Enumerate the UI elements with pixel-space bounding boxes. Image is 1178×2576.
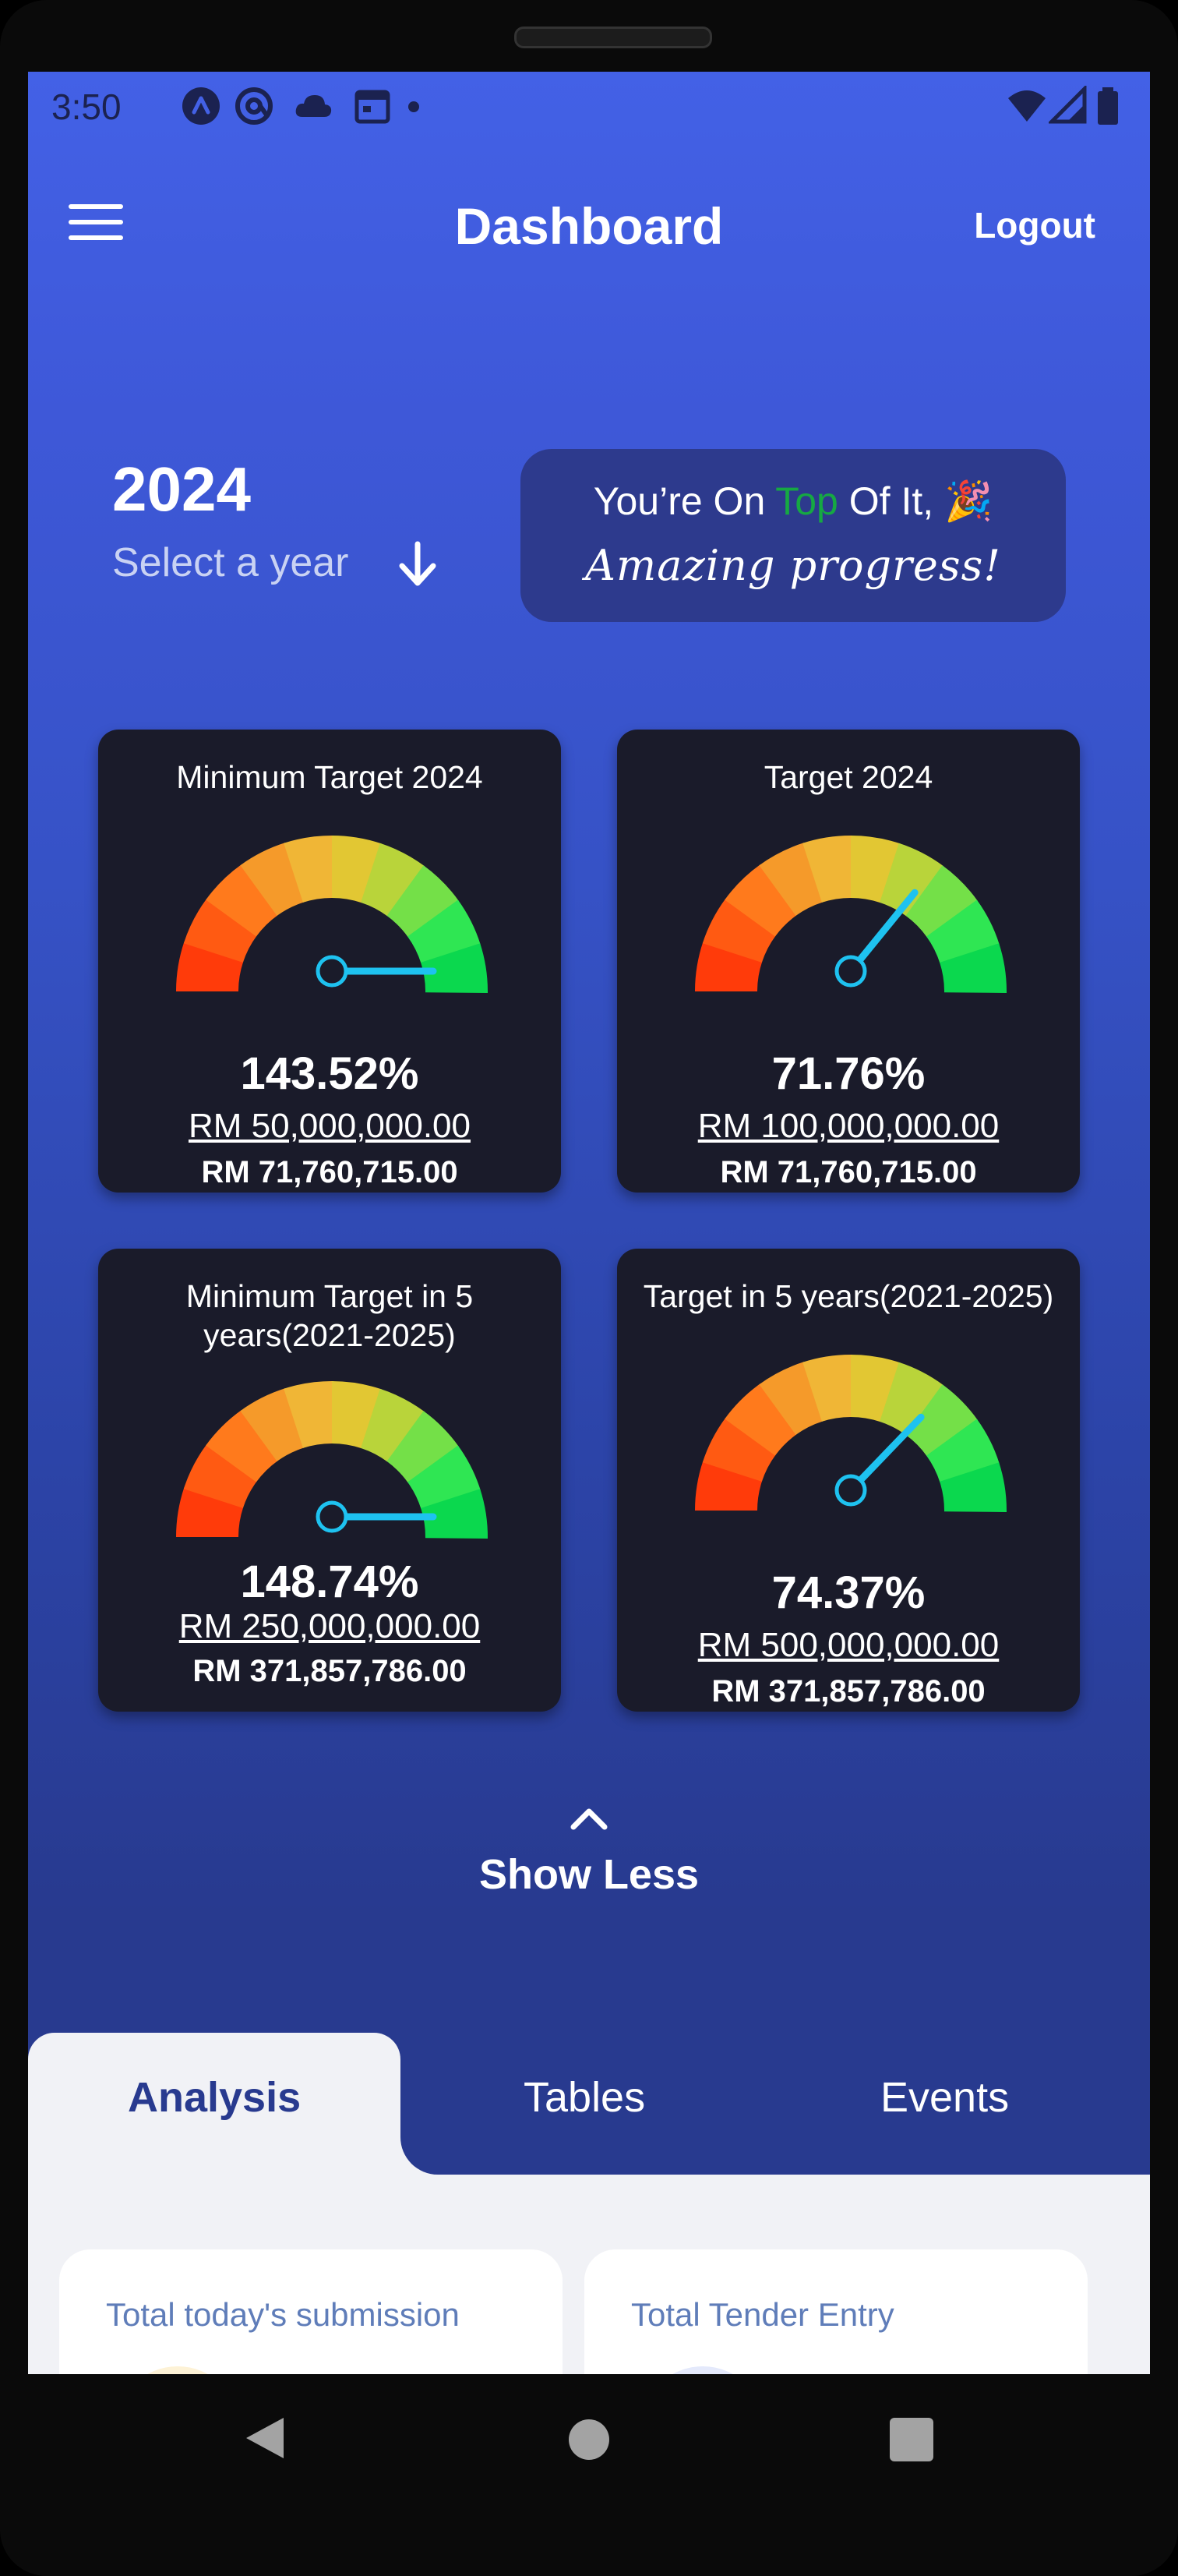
gauge-percentage: 148.74% [240,1557,419,1607]
gauge-target-amount[interactable]: RM 250,000,000.00 [98,1607,561,1646]
gauge-actual-amount: RM 71,760,715.00 [720,1155,977,1189]
calendar-icon [354,90,390,124]
tab-corner [400,2137,438,2175]
gauge-card-target-5-years: Target in 5 years(2021-2025) 74.37% RM 5… [617,1249,1080,1712]
stat-title: Total Tender Entry [631,2296,894,2333]
stat-card-today-submission[interactable]: Total today's submission [59,2249,563,2374]
message-line-2: Amazing progress! [585,541,1001,590]
system-nav-bar [0,2374,1178,2576]
battery-icon [1098,87,1118,125]
stat-icon-circle [640,2366,765,2374]
gauge-card-target-2024: Target 2024 71.76% RM 100,000,000.00 RM … [617,730,1080,1193]
app-screen: 3:50 Dashboard Logout 2024 Select a year… [28,72,1150,2374]
logout-button[interactable]: Logout [974,204,1095,246]
gauge-percentage: 143.52% [240,1048,419,1099]
gauge-percentage: 71.76% [771,1048,926,1099]
status-bar: 3:50 [28,72,1150,140]
a-circle-icon [182,87,220,125]
gauge-chart [176,836,488,993]
gauge-chart [695,1355,1007,1512]
gauge-percentage: 74.37% [771,1567,926,1618]
message-highlight: Top [775,479,838,523]
gauge-hub [316,1500,348,1533]
gauge-title: Target 2024 [764,759,933,795]
gauge-actual-amount: RM 71,760,715.00 [201,1155,458,1189]
message-text-before: You’re On [593,479,776,523]
gauge-card-minimum-target-2024: Minimum Target 2024 143.52% RM 50,000,00… [98,730,561,1193]
gauge-chart [695,836,1007,993]
back-icon[interactable] [242,2413,288,2463]
home-icon[interactable] [569,2419,609,2460]
message-text-after: Of It, 🎉 [838,479,993,523]
gauge-title: Minimum Target in 5 years(2021-2025) [185,1278,474,1353]
show-less-button[interactable]: Show Less [28,1850,1150,1899]
device-frame: 3:50 Dashboard Logout 2024 Select a year… [0,0,1178,2576]
gauge-hub [316,955,348,988]
arrow-down-icon[interactable] [394,539,441,589]
gauge-target-amount[interactable]: RM 100,000,000.00 [617,1107,1080,1146]
gauge-actual-amount: RM 371,857,786.00 [711,1674,986,1708]
cloud-icon [295,95,332,117]
gauge-hub [834,955,867,988]
select-year-label[interactable]: Select a year [112,539,349,586]
dot-icon [408,101,419,112]
motivation-message: You’re On Top Of It, 🎉 Amazing progress! [520,449,1066,622]
gauge-card-minimum-target-5-years: Minimum Target in 5 years(2021-2025) 148… [98,1249,561,1712]
gauge-title: Target in 5 years(2021-2025) [643,1278,1054,1314]
message-line-1: You’re On Top Of It, 🎉 [520,479,1066,525]
gauge-chart [176,1381,488,1539]
status-time: 3:50 [51,87,122,127]
recent-apps-icon[interactable] [890,2418,933,2461]
tab-analysis[interactable]: Analysis [128,2073,301,2122]
signal-icon [1049,86,1087,124]
gauge-actual-amount: RM 371,857,786.00 [192,1654,467,1688]
gauge-target-amount[interactable]: RM 500,000,000.00 [617,1626,1080,1665]
selected-year[interactable]: 2024 [112,454,251,525]
at-sign-icon [235,87,273,125]
gauge-title: Minimum Target 2024 [176,759,483,795]
gauge-target-amount[interactable]: RM 50,000,000.00 [98,1107,561,1146]
stat-title: Total today's submission [106,2296,460,2333]
tab-events[interactable]: Events [880,2073,1009,2122]
stat-icon-circle [115,2366,240,2374]
stat-card-tender-entry[interactable]: Total Tender Entry [584,2249,1088,2374]
gauge-hub [834,1474,867,1507]
wifi-icon [1008,90,1046,122]
tab-tables[interactable]: Tables [524,2073,645,2122]
chevron-up-icon[interactable] [566,1802,612,1833]
earpiece-speaker [514,27,712,48]
